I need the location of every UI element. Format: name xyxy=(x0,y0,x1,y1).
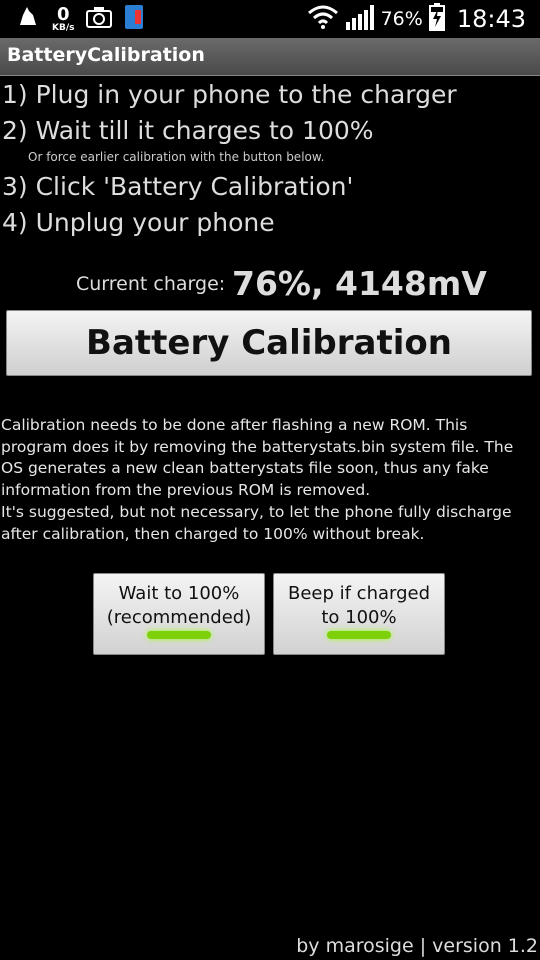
status-bar: 0 KB/s 76% 18:43 xyxy=(0,0,540,38)
step-3: 3) Click 'Battery Calibration' xyxy=(2,172,354,201)
step-4: 4) Unplug your phone xyxy=(2,208,275,237)
wait-to-100-toggle[interactable]: Wait to 100% (recommended) xyxy=(93,573,265,655)
battery-charging-icon xyxy=(428,3,445,35)
current-charge-value: 76%, 4148mV xyxy=(232,264,487,303)
network-speed-unit: KB/s xyxy=(52,22,75,33)
network-speed: 0 KB/s xyxy=(52,3,75,33)
beep-toggle-label-line1: Beep if charged xyxy=(287,583,431,604)
wifi-icon xyxy=(307,5,339,33)
step-2: 2) Wait till it charges to 100% xyxy=(2,116,374,145)
step-note: Or force earlier calibration with the bu… xyxy=(28,150,325,164)
app-notification-icon xyxy=(124,4,144,34)
battery-percent: 76% xyxy=(380,8,423,30)
wait-toggle-label-line1: Wait to 100% xyxy=(118,583,240,604)
app-title-bar: BatteryCalibration xyxy=(0,38,540,76)
signal-icon xyxy=(345,4,375,34)
current-charge-label: Current charge: xyxy=(76,273,226,295)
network-speed-value: 0 xyxy=(56,3,70,25)
beep-toggle-indicator xyxy=(327,631,391,639)
beep-if-charged-toggle[interactable]: Beep if charged to 100% xyxy=(273,573,445,655)
app-title: BatteryCalibration xyxy=(7,44,205,66)
notification-icon xyxy=(16,5,40,33)
wait-toggle-indicator xyxy=(147,631,211,639)
battery-calibration-button[interactable]: Battery Calibration xyxy=(6,310,532,376)
beep-toggle-label-line2: to 100% xyxy=(321,607,397,628)
camera-icon xyxy=(86,6,113,32)
step-1: 1) Plug in your phone to the charger xyxy=(2,80,457,109)
wait-toggle-label-line2: (recommended) xyxy=(106,607,252,628)
description-paragraph-2: It's suggested, but not necessary, to le… xyxy=(1,503,512,543)
description-paragraph-1: Calibration needs to be done after flash… xyxy=(1,416,514,499)
clock: 18:43 xyxy=(456,5,526,33)
footer-credits: by marosige | version 1.2 xyxy=(296,935,538,957)
